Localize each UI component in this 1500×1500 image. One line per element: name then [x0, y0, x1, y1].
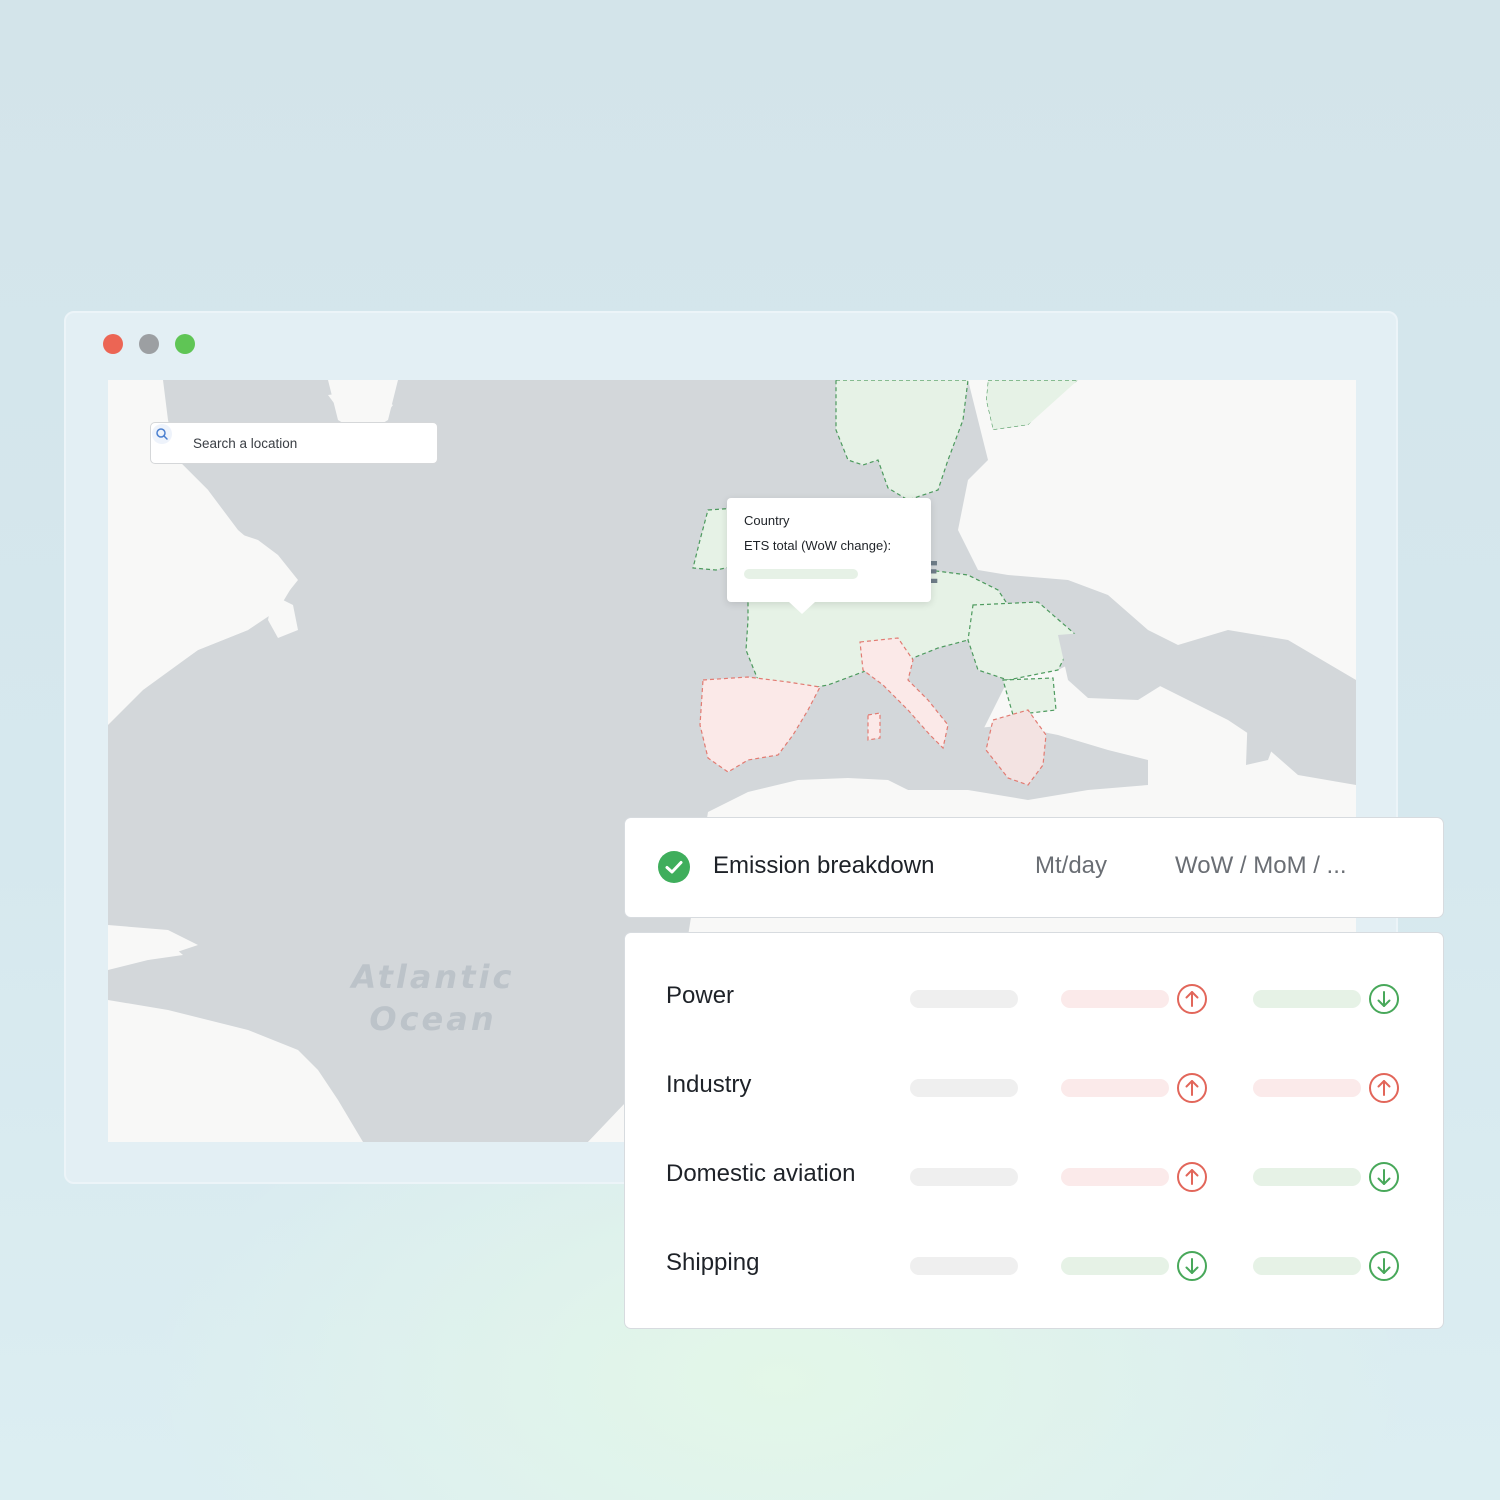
wow-placeholder — [1061, 1257, 1169, 1275]
mom-placeholder — [1253, 990, 1361, 1008]
tooltip-value-placeholder — [744, 569, 858, 579]
breakdown-title: Emission breakdown — [713, 852, 935, 879]
close-window-button[interactable] — [103, 334, 123, 354]
search-bar[interactable]: Search a location — [150, 422, 438, 464]
arrow-up-icon — [1176, 1072, 1208, 1104]
table-row[interactable]: Industry — [625, 1066, 1443, 1106]
tooltip-title: Country — [744, 513, 790, 528]
sector-label: Industry — [666, 1071, 752, 1098]
sector-label: Domestic aviation — [666, 1160, 856, 1187]
value-placeholder — [910, 990, 1018, 1008]
arrow-up-icon — [1368, 1072, 1400, 1104]
value-placeholder — [910, 1168, 1018, 1186]
change-column-header[interactable]: WoW / MoM / ... — [1175, 852, 1347, 880]
tooltip-label: ETS total (WoW change): — [744, 538, 892, 553]
table-row[interactable]: Power — [625, 977, 1443, 1017]
check-circle-icon — [657, 850, 691, 884]
search-icon — [152, 424, 185, 454]
arrow-down-icon — [1176, 1250, 1208, 1282]
bulgaria — [1002, 677, 1057, 716]
search-input[interactable]: Search a location — [193, 436, 297, 451]
table-row[interactable]: Shipping — [625, 1244, 1443, 1284]
value-placeholder — [910, 1079, 1018, 1097]
breakdown-table: Power Industry Domestic aviation Shippin… — [624, 932, 1444, 1329]
mom-placeholder — [1253, 1257, 1361, 1275]
wow-placeholder — [1061, 990, 1169, 1008]
value-placeholder — [910, 1257, 1018, 1275]
arrow-down-icon — [1368, 1250, 1400, 1282]
mom-placeholder — [1253, 1079, 1361, 1097]
arrow-up-icon — [1176, 1161, 1208, 1193]
arrow-down-icon — [1368, 983, 1400, 1015]
sector-label: Shipping — [666, 1249, 760, 1276]
unit-column-header: Mt/day — [1035, 852, 1108, 879]
minimize-window-button[interactable] — [139, 334, 159, 354]
maximize-window-button[interactable] — [175, 334, 195, 354]
country-tooltip: Country ETS total (WoW change): — [727, 498, 931, 614]
arrow-up-icon — [1176, 983, 1208, 1015]
wow-placeholder — [1061, 1079, 1169, 1097]
ocean-label: Atlantic Ocean — [351, 958, 515, 1038]
sector-label: Power — [666, 982, 735, 1009]
sardinia — [867, 712, 881, 741]
table-row[interactable]: Domestic aviation — [625, 1155, 1443, 1195]
wow-placeholder — [1061, 1168, 1169, 1186]
arrow-down-icon — [1368, 1161, 1400, 1193]
mom-placeholder — [1253, 1168, 1361, 1186]
breakdown-header: Emission breakdown Mt/day WoW / MoM / ..… — [624, 817, 1444, 918]
